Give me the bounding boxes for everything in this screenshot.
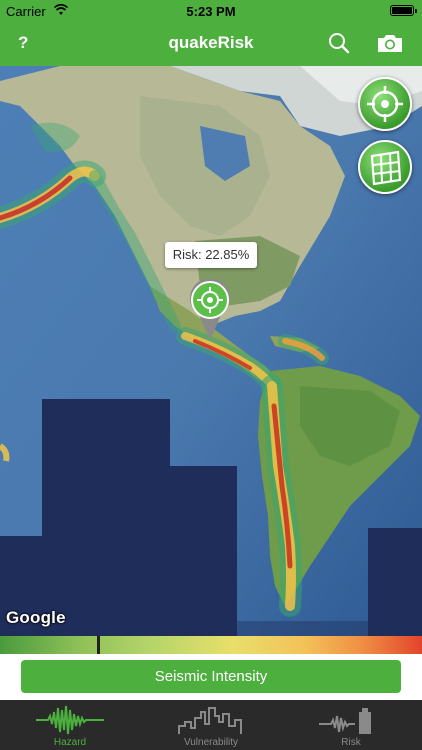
scale-marker[interactable] [97,636,101,654]
grid-globe-icon [370,150,402,186]
google-logo: Google [6,608,66,627]
battery-icon [390,5,417,16]
risk-callout: Risk: 22.85% [165,242,257,268]
tab-hazard-label: Hazard [53,737,87,748]
location-pin-icon[interactable] [187,279,233,341]
clock: 5:23 PM [186,4,236,19]
tab-risk-label: Risk [341,737,361,748]
camera-icon[interactable] [376,32,404,54]
map-canvas[interactable] [0,66,422,636]
tab-hazard[interactable]: Hazard [0,700,140,750]
nav-bar: ? quakeRisk [0,22,422,66]
search-icon[interactable] [328,32,350,54]
seismic-intensity-button[interactable]: Seismic Intensity [21,660,401,693]
city-skyline-icon [178,707,242,734]
tab-vulnerability[interactable]: Vulnerability [141,700,281,750]
locate-button[interactable] [358,77,412,131]
tab-vulnerability-label: Vulnerability [183,737,239,748]
intensity-area: Seismic Intensity [0,654,422,700]
tab-bar: Hazard Vulnerability Risk [0,700,422,750]
crosshair-icon [367,86,403,122]
hazard-map[interactable] [0,66,422,636]
intensity-color-scale [0,636,422,654]
grid-button[interactable] [358,140,412,194]
seismograph-icon [36,705,104,735]
seismo-building-icon [319,708,371,734]
status-bar: Carrier 5:23 PM [0,0,422,22]
tab-risk[interactable]: Risk [281,700,421,750]
app-title: quakeRisk [168,33,254,52]
